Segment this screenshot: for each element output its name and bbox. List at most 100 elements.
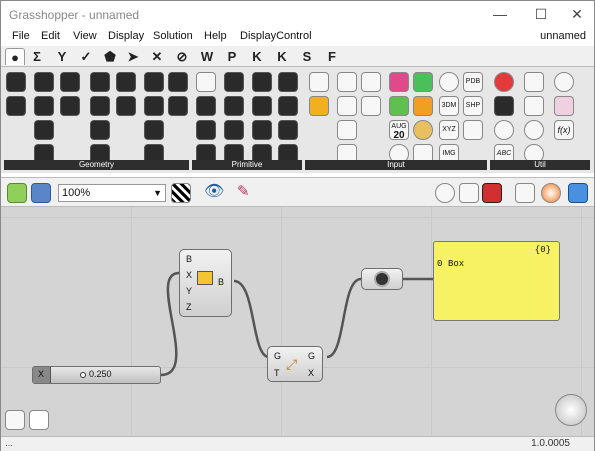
slider-grip[interactable] — [80, 372, 86, 378]
circle-icon[interactable] — [34, 72, 54, 92]
box-component[interactable]: B X Y Z B — [179, 249, 232, 317]
line-icon[interactable] — [34, 96, 54, 116]
group-primitive-label[interactable]: Primitive — [192, 160, 302, 170]
tab-s[interactable]: S — [297, 48, 317, 65]
menu-solution[interactable]: Solution — [153, 30, 193, 42]
script-icon[interactable] — [337, 120, 357, 140]
tab-w[interactable]: W — [197, 48, 217, 65]
colour-picker-icon[interactable] — [413, 120, 433, 140]
arc-icon[interactable] — [144, 96, 164, 116]
open-file-icon[interactable] — [7, 183, 27, 203]
matrix-icon[interactable] — [278, 96, 298, 116]
group-util-label[interactable]: Util — [490, 160, 590, 170]
sprite-icon[interactable] — [389, 96, 409, 116]
wand-icon[interactable] — [29, 410, 49, 430]
tape-icon[interactable] — [463, 120, 483, 140]
output-g[interactable]: G — [308, 351, 315, 361]
input-y[interactable]: Y — [186, 286, 192, 296]
button-icon[interactable] — [361, 72, 381, 92]
material-icon[interactable] — [515, 183, 535, 203]
geometry-param[interactable] — [361, 268, 403, 290]
input-t[interactable]: T — [274, 368, 280, 378]
menu-displaycontrol[interactable]: DisplayControl — [240, 30, 312, 42]
geometry-icon[interactable] — [90, 72, 110, 92]
no-entry-icon[interactable] — [554, 72, 574, 92]
group-input-label[interactable]: Input — [305, 160, 487, 170]
tab-f[interactable]: F — [322, 48, 342, 65]
point-icon[interactable] — [6, 72, 26, 92]
camera-icon[interactable] — [439, 72, 459, 92]
input-b[interactable]: B — [186, 254, 192, 264]
cylinder-icon[interactable] — [116, 72, 136, 92]
sphere-icon[interactable] — [541, 183, 561, 203]
tree-icon[interactable] — [494, 96, 514, 116]
tab-maths[interactable]: Σ — [27, 48, 47, 65]
graph-canvas[interactable]: B X Y Z B G T ⤢ G X X 0.250 {0} 0 Box — [1, 207, 594, 436]
input-z[interactable]: Z — [186, 302, 192, 312]
tab-p[interactable]: P — [222, 48, 242, 65]
calendar-icon[interactable]: AUG 20 — [389, 120, 409, 141]
culture-icon[interactable] — [278, 120, 298, 140]
field-icon[interactable] — [168, 72, 188, 92]
eye-icon[interactable]: 👁 — [204, 183, 224, 203]
expression-icon[interactable]: f(x) — [554, 120, 574, 140]
colour-wheel-icon[interactable] — [361, 96, 381, 116]
circle-input-icon[interactable] — [337, 96, 357, 116]
preview-icon[interactable] — [435, 183, 455, 203]
close-icon[interactable]: ✕ — [568, 5, 586, 23]
number-icon[interactable] — [196, 120, 216, 140]
tab-intersect[interactable]: ⊘ — [172, 48, 192, 65]
tab-surface[interactable]: ➤ — [123, 48, 143, 65]
grid-icon[interactable] — [252, 72, 272, 92]
split-component[interactable]: G T ⤢ G X — [267, 346, 323, 382]
ring-icon[interactable] — [494, 120, 514, 140]
group-geometry-label[interactable]: Geometry — [4, 160, 189, 170]
integer-icon[interactable] — [196, 96, 216, 116]
navigation-compass[interactable] — [555, 394, 587, 426]
mesh-settings-icon[interactable] — [568, 183, 588, 203]
menu-view[interactable]: View — [73, 30, 97, 42]
canvas-grid-icon[interactable] — [171, 183, 191, 203]
guid-icon[interactable] — [252, 96, 272, 116]
download-icon[interactable] — [5, 410, 25, 430]
time-icon[interactable] — [252, 120, 272, 140]
menu-display[interactable]: Display — [108, 30, 144, 42]
xyz-icon[interactable]: XYZ — [439, 120, 459, 140]
search-cancel-icon[interactable] — [524, 120, 544, 140]
menu-edit[interactable]: Edit — [41, 30, 60, 42]
colour-icon[interactable] — [224, 96, 244, 116]
tab-mesh[interactable]: ✕ — [147, 48, 167, 65]
output-x[interactable]: X — [308, 368, 314, 378]
tab-sets[interactable]: Y — [52, 48, 72, 65]
arrow-icon[interactable] — [524, 72, 544, 92]
plane-icon[interactable] — [168, 96, 188, 116]
tab-vector[interactable]: ✓ — [76, 48, 96, 65]
output-b[interactable]: B — [218, 277, 224, 287]
mesh-icon[interactable] — [90, 120, 110, 140]
curve-icon[interactable] — [90, 96, 110, 116]
hexagon-icon[interactable] — [278, 72, 298, 92]
menu-file[interactable]: File — [12, 30, 30, 42]
surface-icon[interactable] — [60, 96, 80, 116]
shp-icon[interactable]: SHP — [463, 96, 483, 116]
sketch-pen-icon[interactable]: ✎ — [237, 183, 257, 203]
vector-icon[interactable] — [6, 96, 26, 116]
input-x[interactable]: X — [186, 270, 192, 280]
gradient-icon[interactable] — [389, 72, 409, 92]
tab-k2[interactable]: K — [272, 48, 292, 65]
complex-icon[interactable] — [224, 120, 244, 140]
brep-icon[interactable] — [116, 96, 136, 116]
curve-param-icon[interactable] — [144, 72, 164, 92]
number-slider[interactable]: X 0.250 — [32, 366, 161, 384]
preview-shaded-icon[interactable] — [482, 183, 502, 203]
import-icon[interactable] — [309, 72, 329, 92]
3dm-icon[interactable]: 3DM — [439, 96, 459, 116]
cherries-icon[interactable] — [494, 72, 514, 92]
maximize-icon[interactable]: ☐ — [532, 5, 550, 23]
save-file-icon[interactable] — [31, 183, 51, 203]
output-panel[interactable]: {0} 0 Box — [433, 241, 560, 321]
preview-wire-icon[interactable] — [459, 183, 479, 203]
pdb-icon[interactable]: PDB — [463, 72, 483, 92]
flask-icon[interactable] — [554, 96, 574, 116]
tab-params[interactable]: ● — [5, 48, 25, 65]
